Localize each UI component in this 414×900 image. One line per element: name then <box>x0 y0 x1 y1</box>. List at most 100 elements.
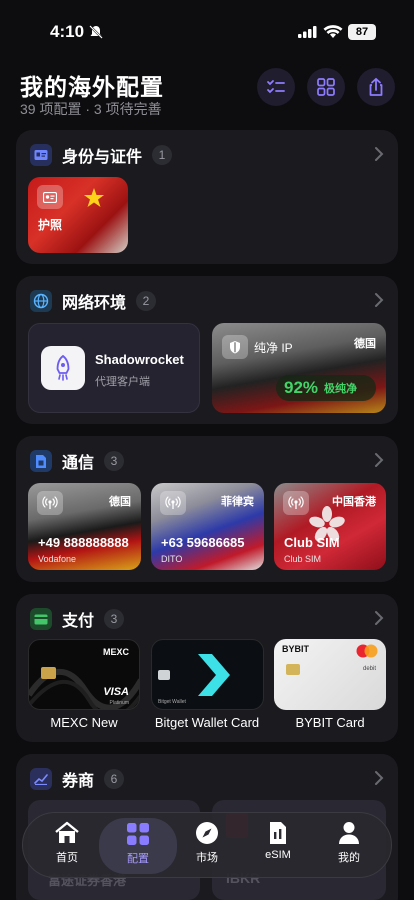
sim-number: +63 59686685 <box>161 535 245 550</box>
id-card-icon <box>30 144 52 166</box>
clean-ip-tile[interactable]: 纯净 IP 德国 92% 极纯净 <box>212 323 386 413</box>
bitget-brand: Bitget Wallet <box>158 699 186 705</box>
section-count: 3 <box>104 609 125 629</box>
rocket-icon <box>41 346 85 390</box>
status-bar: 4:10 87 <box>0 0 414 52</box>
battery-level: 87 <box>348 24 376 40</box>
home-icon <box>55 821 79 843</box>
sim-carrier: DITO <box>161 554 183 564</box>
bitget-logo-icon <box>198 654 230 696</box>
grid-view-button[interactable] <box>307 68 345 106</box>
section-count: 6 <box>104 769 125 789</box>
bybit-card[interactable]: BYBIT debit <box>274 639 386 710</box>
checklist-icon <box>267 80 285 94</box>
sim-tile-hongkong[interactable]: 中国香港 Club SIM Club SIM <box>274 483 386 570</box>
checklist-button[interactable] <box>257 68 295 106</box>
sim-carrier: Club SIM <box>284 554 322 564</box>
sim-card-icon <box>30 450 52 472</box>
bell-muted-icon <box>89 25 103 39</box>
card-name: BYBIT Card <box>295 715 365 730</box>
wifi-icon <box>323 25 343 38</box>
antenna-icon <box>37 491 63 515</box>
bybit-brand: BYBIT <box>282 644 309 654</box>
id-card-icon <box>37 185 63 209</box>
page-title: 我的海外配置 <box>20 74 164 100</box>
passport-label: 护照 <box>38 218 63 232</box>
section-count: 3 <box>104 451 125 471</box>
chevron-right-icon[interactable] <box>374 292 384 308</box>
section-header[interactable]: 券商 6 <box>30 768 125 790</box>
chevron-right-icon[interactable] <box>374 610 384 626</box>
section-telecom: 通信 3 德国 +49 888888888 Vodafone 菲律宾 +63 5… <box>16 436 398 582</box>
section-title: 券商 <box>62 773 95 790</box>
card-tier: Platinum <box>109 700 129 706</box>
section-header[interactable]: 网络环境 2 <box>30 290 157 312</box>
section-title: 身份与证件 <box>62 149 143 166</box>
purity-score: 92% <box>284 378 319 397</box>
mexc-card[interactable]: MEXC VISA Platinum <box>28 639 140 710</box>
chevron-right-icon[interactable] <box>374 146 384 162</box>
globe-icon <box>30 290 52 312</box>
purity-score-pill: 92% 极纯净 <box>276 375 376 401</box>
mexc-brand: MEXC <box>102 647 129 657</box>
sim-number: Club SIM <box>284 535 340 550</box>
chart-trend-icon <box>30 768 52 790</box>
sim-country: 中国香港 <box>332 496 376 508</box>
tab-label: 我的 <box>338 852 360 864</box>
chip-icon <box>286 664 300 675</box>
card-name: Bitget Wallet Card <box>154 715 260 730</box>
card-type: debit <box>362 666 376 672</box>
sim-country: 德国 <box>109 496 131 508</box>
section-count: 2 <box>136 291 157 311</box>
shadowrocket-tile[interactable]: Shadowrocket 代理客户端 <box>28 323 200 413</box>
person-icon <box>339 822 359 844</box>
tab-label: 市场 <box>196 852 218 864</box>
credit-card-icon <box>30 608 52 630</box>
chevron-right-icon[interactable] <box>374 452 384 468</box>
tab-me[interactable]: 我的 <box>319 821 379 871</box>
card-name: MEXC New <box>50 715 118 730</box>
visa-logo: VISA <box>103 686 129 698</box>
compass-icon <box>196 822 218 844</box>
share-button[interactable] <box>357 68 395 106</box>
chip-icon <box>41 667 56 679</box>
section-title: 支付 <box>62 613 95 630</box>
chevron-right-icon[interactable] <box>374 770 384 786</box>
tab-config[interactable]: 配置 <box>99 818 177 874</box>
tab-market[interactable]: 市场 <box>177 821 237 871</box>
section-title: 通信 <box>62 455 95 472</box>
tab-label: 首页 <box>56 852 78 864</box>
sim-country: 菲律宾 <box>221 496 254 508</box>
sim-carrier: Vodafone <box>38 554 77 564</box>
app-desc: 代理客户端 <box>95 376 150 388</box>
section-title: 网络环境 <box>62 295 127 312</box>
tab-esim[interactable]: eSIM <box>248 821 308 871</box>
clean-ip-country: 德国 <box>354 338 376 350</box>
cellular-signal-icon <box>298 26 317 38</box>
app-name: Shadowrocket <box>95 352 184 367</box>
sim-number: +49 888888888 <box>38 535 129 550</box>
sim-tile-germany[interactable]: 德国 +49 888888888 Vodafone <box>28 483 141 570</box>
shield-icon <box>222 335 248 359</box>
section-payment: 支付 3 MEXC VISA Platinum MEXC New Bitget … <box>16 594 398 742</box>
clean-ip-label: 纯净 IP <box>254 341 293 355</box>
antenna-icon <box>283 491 309 515</box>
status-time: 4:10 <box>50 22 85 41</box>
tab-home[interactable]: 首页 <box>37 821 97 871</box>
mastercard-icon <box>356 644 378 658</box>
purity-grade: 极纯净 <box>324 383 358 395</box>
section-header[interactable]: 支付 3 <box>30 608 125 630</box>
section-header[interactable]: 通信 3 <box>30 450 125 472</box>
antenna-icon <box>160 491 186 515</box>
section-identity: 身份与证件 1 护照 <box>16 130 398 264</box>
grid-icon <box>317 78 335 96</box>
section-header[interactable]: 身份与证件 1 <box>30 144 173 166</box>
passport-tile[interactable]: 护照 <box>28 177 128 253</box>
tab-bar: 首页 配置 市场 eSIM 我的 <box>22 812 392 878</box>
sim-tile-philippines[interactable]: 菲律宾 +63 59686685 DITO <box>151 483 264 570</box>
section-count: 1 <box>152 145 173 165</box>
page-subtitle: 39 项配置 · 3 项待完善 <box>20 101 162 117</box>
share-icon <box>369 77 383 96</box>
tab-label: 配置 <box>127 853 149 865</box>
bitget-card[interactable]: Bitget Wallet <box>151 639 264 710</box>
